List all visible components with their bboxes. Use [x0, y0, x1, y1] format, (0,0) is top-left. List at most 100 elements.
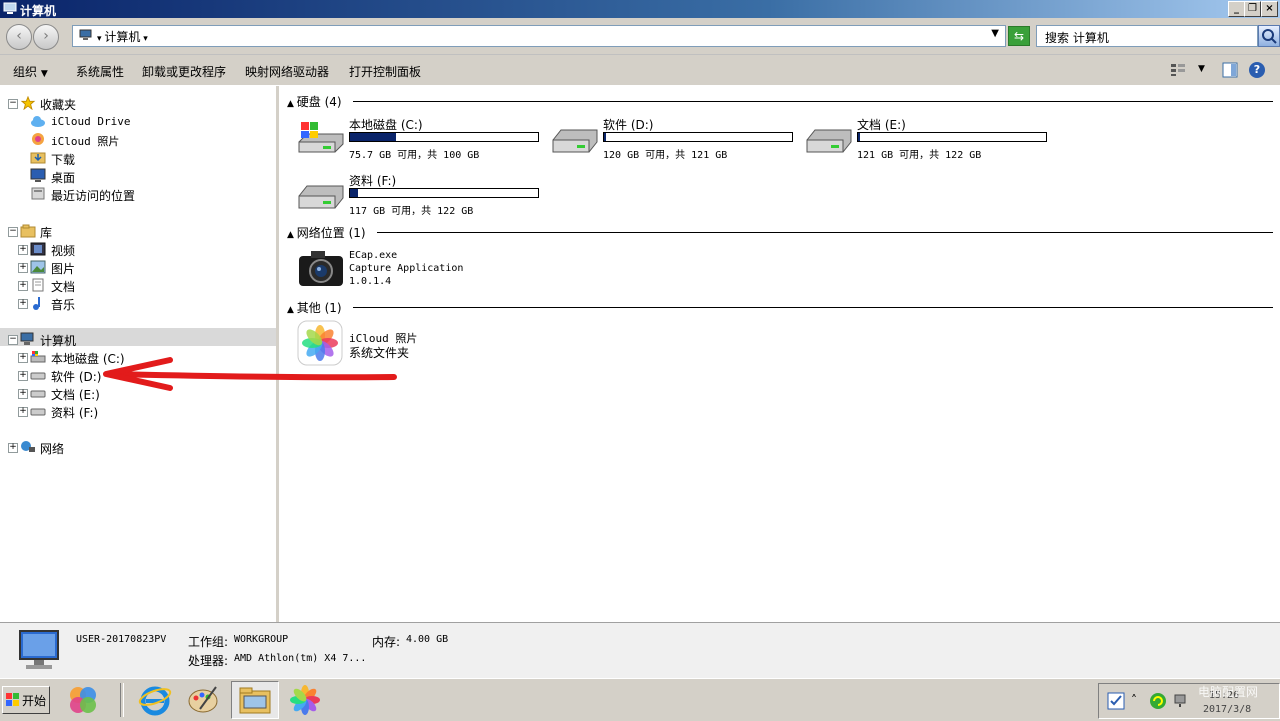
search-button[interactable]	[1258, 25, 1280, 47]
drive-tile-f[interactable]: 资料 (F:) 117 GB 可用，共 122 GB	[297, 172, 547, 222]
document-icon	[32, 278, 44, 292]
group-header-hdd[interactable]: ▲ 硬盘 (4)	[287, 93, 342, 110]
sidebar-item-icloud-drive[interactable]: iCloud Drive	[51, 115, 130, 128]
sidebar-item-music[interactable]: 音乐	[51, 296, 75, 313]
content-pane[interactable]: ▲ 硬盘 (4) 本地磁盘 (C:) 75.7 GB 可用，共 100 GB 软…	[279, 86, 1280, 622]
expand-drive-e-toggle[interactable]: +	[18, 389, 28, 399]
navigation-pane[interactable]: − 收藏夹 iCloud Drive iCloud 照片 下载 桌面 最近访问的…	[0, 86, 279, 622]
drive-icon	[30, 390, 46, 398]
drive-usage-bar	[349, 188, 539, 198]
refresh-button[interactable]: ⇆	[1008, 26, 1030, 46]
star-icon	[20, 96, 36, 110]
update-icon[interactable]	[1149, 692, 1167, 710]
taskbar-explorer-button-active[interactable]	[231, 681, 279, 719]
organize-menu[interactable]: 组织 ▼	[13, 63, 48, 80]
address-row: ‹ › ▾ 计算机 ▾ ▼ ⇆ 搜索 计算机	[0, 18, 1280, 55]
windows-logo-icon	[6, 693, 19, 706]
photos-icon	[32, 133, 44, 145]
uninstall-program-button[interactable]: 卸载或更改程序	[142, 63, 226, 80]
computer-name: USER-20170823PV	[76, 634, 167, 645]
expand-documents-toggle[interactable]: +	[18, 281, 28, 291]
drive-icon	[30, 372, 46, 380]
expand-drive-d-toggle[interactable]: +	[18, 371, 28, 381]
drive-usage-fill	[858, 133, 860, 141]
drive-tile-e[interactable]: 文档 (E:) 121 GB 可用，共 122 GB	[805, 116, 1055, 166]
action-center-icon[interactable]	[1107, 692, 1125, 710]
expand-drive-f-toggle[interactable]: +	[18, 407, 28, 417]
system-drive-icon	[30, 351, 46, 363]
address-dropdown-icon[interactable]: ▼	[991, 28, 999, 39]
other-item-icloud-photos[interactable]: iCloud 照片 系统文件夹	[297, 320, 497, 368]
close-button[interactable]: ×	[1261, 1, 1278, 17]
sidebar-item-downloads[interactable]: 下载	[51, 151, 75, 168]
map-network-drive-button[interactable]: 映射网络驱动器	[245, 63, 329, 80]
show-hidden-icons-icon[interactable]: ˄	[1131, 693, 1137, 707]
minimize-button[interactable]: _	[1228, 1, 1245, 17]
sidebar-item-drive-f[interactable]: 资料 (F:)	[51, 404, 98, 421]
pictures-icon	[30, 260, 46, 274]
expand-videos-toggle[interactable]: +	[18, 245, 28, 255]
group-header-other[interactable]: ▲ 其他 (1)	[287, 299, 342, 316]
preview-pane-icon[interactable]	[1222, 62, 1238, 78]
sidebar-computer[interactable]: 计算机	[40, 332, 76, 349]
drive-name: 资料 (F:)	[349, 174, 397, 188]
sidebar-item-drive-d[interactable]: 软件 (D:)	[51, 368, 101, 385]
help-button[interactable]: ?	[1249, 62, 1265, 78]
sidebar-item-drive-e[interactable]: 文档 (E:)	[51, 386, 100, 403]
collapse-computer-toggle[interactable]: −	[8, 335, 18, 345]
collapse-libraries-toggle[interactable]: −	[8, 227, 18, 237]
system-properties-button[interactable]: 系统属性	[76, 63, 124, 80]
expand-pictures-toggle[interactable]: +	[18, 263, 28, 273]
breadcrumb-separator: ▾	[140, 34, 148, 44]
search-input[interactable]: 搜索 计算机	[1036, 25, 1258, 47]
sidebar-item-desktop[interactable]: 桌面	[51, 169, 75, 186]
sidebar-item-drive-c[interactable]: 本地磁盘 (C:)	[51, 350, 125, 367]
other-item-description: 系统文件夹	[349, 346, 410, 360]
collapse-favorites-toggle[interactable]: −	[8, 99, 18, 109]
sidebar-item-pictures[interactable]: 图片	[51, 260, 75, 277]
window-title-bar[interactable]: 计算机 _ ❐ ×	[0, 0, 1280, 18]
expand-music-toggle[interactable]: +	[18, 299, 28, 309]
icloud-photos-taskbar-icon[interactable]	[288, 683, 322, 717]
paint-icon[interactable]	[186, 683, 220, 717]
collapse-triangle-icon: ▲	[287, 305, 297, 315]
computer-icon	[19, 630, 59, 669]
clock-date[interactable]: 2017/3/8	[1203, 704, 1251, 715]
internet-explorer-icon[interactable]	[138, 683, 172, 717]
processor-label: 处理器:	[188, 654, 229, 668]
drive-capacity: 120 GB 可用，共 121 GB	[603, 150, 728, 161]
view-dropdown-icon[interactable]: ▼	[1198, 64, 1205, 74]
start-button[interactable]: 开始	[2, 686, 50, 714]
drive-icon	[806, 129, 852, 153]
network-item-version: 1.0.1.4	[349, 276, 392, 287]
collapse-triangle-icon: ▲	[287, 99, 297, 109]
sidebar-item-recent-places[interactable]: 最近访问的位置	[51, 187, 135, 204]
drive-icon	[298, 185, 344, 209]
sidebar-libraries[interactable]: 库	[40, 224, 52, 241]
command-bar: 组织 ▼ 系统属性 卸载或更改程序 映射网络驱动器 打开控制面板 ▼ ?	[0, 55, 1280, 85]
view-options-icon[interactable]	[1170, 63, 1186, 77]
sidebar-item-icloud-photos[interactable]: iCloud 照片	[51, 133, 119, 149]
search-icon	[1262, 29, 1277, 44]
app-pinwheel-icon[interactable]	[66, 683, 100, 717]
expand-drive-c-toggle[interactable]: +	[18, 353, 28, 363]
restore-button[interactable]: ❐	[1244, 1, 1261, 17]
back-button[interactable]: ‹	[6, 24, 32, 50]
drive-usage-fill	[604, 133, 606, 141]
drive-tile-d[interactable]: 软件 (D:) 120 GB 可用，共 121 GB	[551, 116, 801, 166]
expand-network-toggle[interactable]: +	[8, 443, 18, 453]
network-status-icon[interactable]	[1173, 692, 1191, 710]
drive-tile-c[interactable]: 本地磁盘 (C:) 75.7 GB 可用，共 100 GB	[297, 116, 547, 166]
sidebar-item-videos[interactable]: 视频	[51, 242, 75, 259]
address-bar[interactable]: ▾ 计算机 ▾ ▼	[72, 25, 1006, 47]
open-control-panel-button[interactable]: 打开控制面板	[349, 63, 421, 80]
breadcrumb-computer[interactable]: 计算机	[104, 30, 140, 44]
network-item-ecap[interactable]: ECap.exe Capture Application 1.0.1.4	[297, 246, 497, 292]
refresh-icon: ⇆	[1013, 29, 1025, 43]
sidebar-favorites[interactable]: 收藏夹	[40, 96, 76, 113]
drive-name: 软件 (D:)	[603, 118, 654, 132]
group-header-network-location[interactable]: ▲ 网络位置 (1)	[287, 224, 366, 241]
sidebar-item-documents[interactable]: 文档	[51, 278, 75, 295]
forward-button[interactable]: ›	[33, 24, 59, 50]
sidebar-network[interactable]: 网络	[40, 440, 64, 457]
